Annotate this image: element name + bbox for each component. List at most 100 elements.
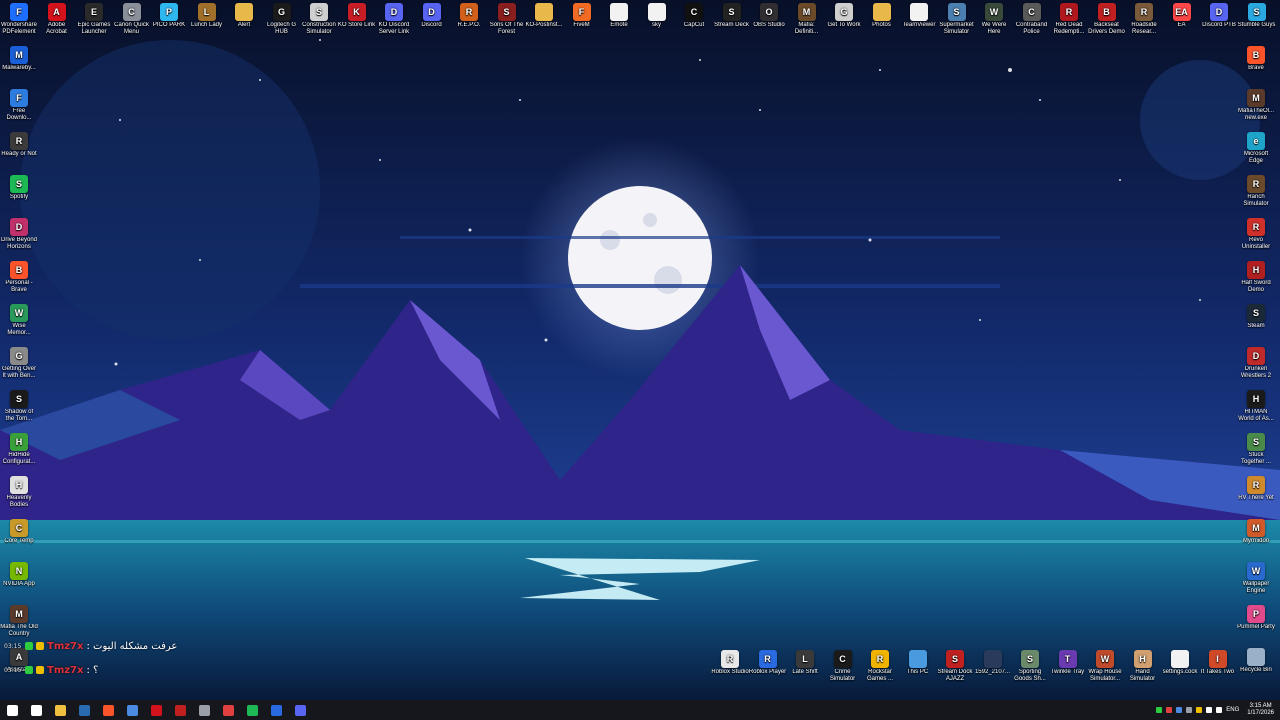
desktop-shortcut[interactable]: M Mafia: Definiti... [788,3,826,36]
desktop-shortcut[interactable]: Emote [600,3,638,29]
desktop-shortcut[interactable]: P PICO PARK [150,3,188,29]
desktop-shortcut[interactable]: R Red Dead Redempti... [1050,3,1088,36]
desktop-shortcut[interactable]: R Revo Uninstaller [1237,218,1275,251]
desktop-shortcut[interactable]: W We Were Here [975,3,1013,36]
desktop-shortcut[interactable]: P Pummel Party [1237,605,1275,631]
tray-icon[interactable] [1186,707,1193,713]
desktop-shortcut[interactable]: 1592_2107... [974,650,1012,676]
language-indicator[interactable]: ENG [1226,707,1239,713]
desktop-shortcut[interactable]: S Shadow of the Tom... [0,390,38,423]
desktop-shortcut[interactable]: R Roblox Studio [711,650,749,676]
desktop-shortcut[interactable]: R Ready or Not [0,132,38,158]
desktop-shortcut[interactable]: S Construction Simulator [300,3,338,36]
desktop-shortcut[interactable]: M Malwareby... [0,46,38,72]
taskbar-button[interactable] [240,700,264,720]
desktop-shortcut[interactable]: B Personal - Brave [0,261,38,294]
desktop-shortcut[interactable]: E Epic Games Launcher [75,3,113,36]
desktop-shortcut[interactable]: S Supermarket Simulator [938,3,976,36]
desktop-shortcut[interactable]: L Late Shift [786,650,824,676]
desktop-shortcut[interactable]: O OBS Studio [750,3,788,29]
tray-icon[interactable] [1166,707,1173,713]
desktop-shortcut[interactable]: B Backseat Drivers Demo [1088,3,1126,36]
desktop-shortcut[interactable]: M Myrmidon [1237,519,1275,545]
tray-icon[interactable] [1156,707,1163,713]
volume-icon[interactable] [1216,707,1223,713]
taskbar-button[interactable] [168,700,192,720]
desktop-shortcut[interactable]: H Heavenly Bodies [0,476,38,509]
desktop-shortcut[interactable]: S Stream Dock AJAZZ [936,650,974,683]
desktop-shortcut[interactable]: A Adobe Acrobat [38,3,76,36]
desktop-shortcut[interactable]: S Sporting Goods Sh... [1011,650,1049,683]
desktop-shortcut[interactable]: sky [638,3,676,29]
desktop-shortcut[interactable]: C Canon Quick Menu [113,3,151,36]
desktop-shortcut[interactable]: W Wrap House Simulator... [1086,650,1124,683]
desktop-shortcut[interactable]: C Contraband Police [1013,3,1051,36]
desktop-shortcut[interactable]: K KO Store Link [338,3,376,29]
taskbar-button[interactable] [120,700,144,720]
desktop-shortcut[interactable]: G Logitech G HUB [263,3,301,36]
desktop-shortcut[interactable]: Recycle Bin [1237,648,1275,674]
desktop-shortcut[interactable]: D Drive Beyond Horizons [0,218,38,251]
taskbar-button[interactable] [48,700,72,720]
desktop-shortcut[interactable]: S Steam [1237,304,1275,330]
desktop-shortcut[interactable]: S Stream Deck [713,3,751,29]
desktop-shortcut[interactable]: TeamViewer [900,3,938,29]
desktop-shortcut[interactable]: H Half Sword Demo [1237,261,1275,294]
desktop-shortcut[interactable]: F Free Downlo... [0,89,38,122]
desktop-shortcut[interactable]: R R.E.P.O. [450,3,488,29]
edge-icon: e [1247,132,1265,150]
desktop-shortcut[interactable]: W Wise Memor... [0,304,38,337]
desktop-shortcut[interactable]: EA EA [1163,3,1201,29]
desktop-shortcut[interactable]: H HITMAN World of As... [1237,390,1275,423]
desktop-shortcut[interactable]: H Hand Simulator [1124,650,1162,683]
shortcut-label: Discord [421,22,442,28]
taskbar-button[interactable] [144,700,168,720]
desktop-shortcut[interactable]: Photos [863,3,901,29]
taskbar-button[interactable] [288,700,312,720]
desktop-shortcut[interactable]: S Stumble Guys [1238,3,1276,29]
desktop-shortcut[interactable]: N NVIDIA App [0,562,38,588]
desktop-shortcut[interactable]: F FiveM [563,3,601,29]
desktop-shortcut[interactable]: R RV There Yet [1237,476,1275,502]
desktop-shortcut[interactable]: S Sons Of The Forest [488,3,526,36]
desktop-shortcut[interactable]: R Roadside Resear... [1125,3,1163,36]
desktop-shortcut[interactable]: I It Takes Two [1199,650,1237,676]
desktop-shortcut[interactable]: C Core Temp [0,519,38,545]
desktop-shortcut[interactable]: C Crime Simulator [824,650,862,683]
desktop-shortcut[interactable]: D Discord PTB [1200,3,1238,29]
desktop-shortcut[interactable]: R Rockstar Games ... [861,650,899,683]
desktop-shortcut[interactable]: Alert [225,3,263,29]
desktop-shortcut[interactable]: L Lunch Lady [188,3,226,29]
tray-icon[interactable] [1176,707,1183,713]
desktop-shortcut[interactable]: H HidHide Configurat... [0,433,38,466]
desktop-shortcut[interactable]: e Microsoft Edge [1237,132,1275,165]
desktop-shortcut[interactable]: settings.cock [1161,650,1199,676]
desktop-shortcut[interactable]: B Brave [1237,46,1275,72]
desktop-shortcut[interactable]: C CapCut [675,3,713,29]
desktop-shortcut[interactable]: S Stuck Together ... [1237,433,1275,466]
desktop-shortcut[interactable]: G Getting Over It with Ben... [0,347,38,380]
desktop-shortcut[interactable]: S Spotify [0,175,38,201]
tray-icon[interactable] [1196,707,1203,713]
taskbar-button[interactable] [192,700,216,720]
desktop-shortcut[interactable]: KO-Postinst... [525,3,563,29]
desktop-shortcut[interactable]: F Wondershare PDFelement [0,3,38,36]
desktop-shortcut[interactable]: This PC [899,650,937,676]
taskbar-button[interactable] [264,700,288,720]
desktop-shortcut[interactable]: R Ranch Simulator [1237,175,1275,208]
desktop-shortcut[interactable]: T Twinkle Tray [1049,650,1087,676]
desktop-shortcut[interactable]: M MafiaTheOl... new.exe [1237,89,1275,122]
desktop-shortcut[interactable]: R Roblox Player [749,650,787,676]
desktop-shortcut[interactable]: W Wallpaper Engine [1237,562,1275,595]
taskbar-button[interactable] [72,700,96,720]
taskbar-button[interactable] [216,700,240,720]
taskbar-button[interactable] [96,700,120,720]
desktop-shortcut[interactable]: D KO Discord Server Link [375,3,413,36]
taskbar-button[interactable] [24,700,48,720]
desktop-shortcut[interactable]: D Drunken Wrestlers 2 [1237,347,1275,380]
clock[interactable]: 3:15 AM 1/17/2026 [1247,703,1274,717]
desktop-shortcut[interactable]: D Discord [413,3,451,29]
taskbar-button[interactable] [0,700,24,720]
wifi-icon[interactable] [1206,707,1213,713]
desktop-shortcut[interactable]: G Get To Work [825,3,863,29]
